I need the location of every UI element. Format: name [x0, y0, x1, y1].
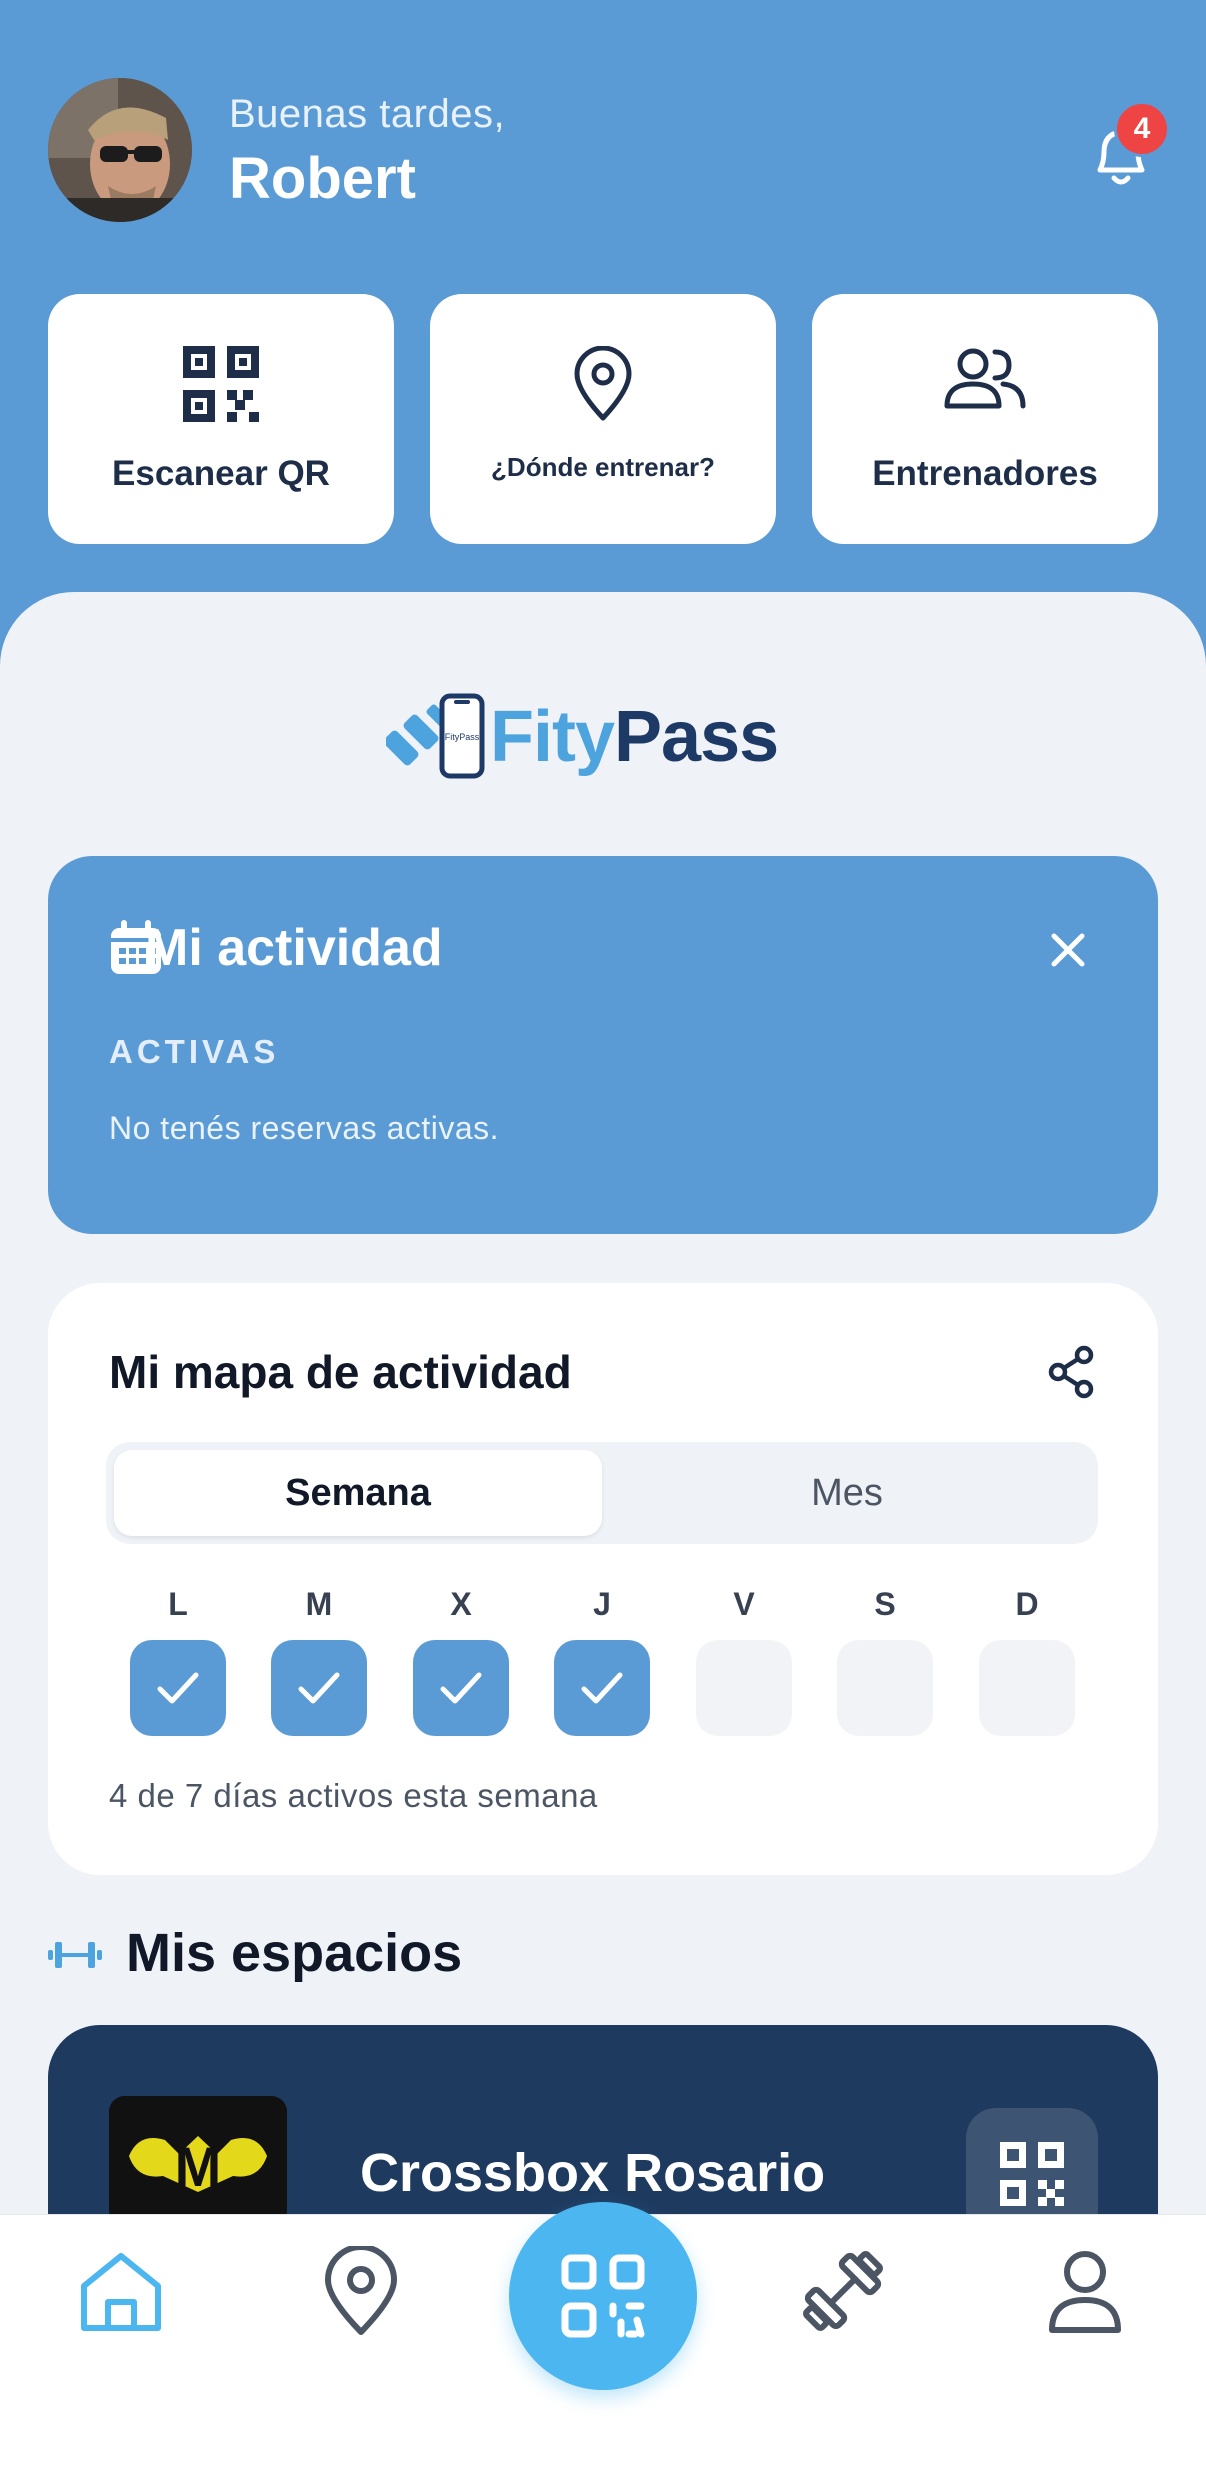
day-box-active: [413, 1640, 509, 1736]
day-label: L: [168, 1586, 188, 1622]
check-icon: [157, 1672, 199, 1704]
weekly-summary: 4 de 7 días activos esta semana: [109, 1777, 598, 1814]
gym-logo-letter: M: [175, 2135, 222, 2198]
phone-brand-text: FityPass: [445, 732, 480, 742]
day-label: M: [305, 1586, 333, 1622]
avatar[interactable]: [48, 78, 192, 222]
gym-logo: M: [109, 2096, 287, 2226]
home-icon[interactable]: [76, 2246, 166, 2336]
tab-month[interactable]: Mes: [602, 1450, 1092, 1536]
user-icon[interactable]: [1040, 2246, 1130, 2336]
user-name: Robert: [229, 146, 416, 211]
check-icon: [298, 1672, 340, 1704]
activity-title: Mi actividad: [145, 919, 443, 977]
qr-code-icon: [183, 346, 259, 422]
where-to-train-button[interactable]: ¿Dónde entrenar?: [430, 294, 776, 544]
day-box-active: [554, 1640, 650, 1736]
share-icon[interactable]: [1046, 1345, 1096, 1399]
close-icon[interactable]: [1048, 930, 1088, 970]
day-label: S: [874, 1586, 896, 1622]
tab-week[interactable]: Semana: [114, 1450, 602, 1536]
check-icon: [440, 1672, 482, 1704]
activity-map-title: Mi mapa de actividad: [109, 1346, 572, 1398]
qr-code-icon: [561, 2254, 645, 2338]
map-pin-icon[interactable]: [316, 2246, 406, 2336]
active-section-label: ACTIVAS: [109, 1033, 280, 1070]
trainers-label: Entrenadores: [872, 454, 1098, 493]
day-label: V: [733, 1586, 755, 1622]
dumbbell-icon: [48, 1942, 102, 1968]
spaces-title: Mis espacios: [126, 1923, 463, 1983]
day-label: D: [1015, 1586, 1039, 1622]
users-icon: [944, 348, 1026, 409]
check-icon: [581, 1672, 623, 1704]
no-reservations-text: No tenés reservas activas.: [109, 1110, 500, 1146]
day-box-active: [271, 1640, 367, 1736]
brand-part-1: Fity: [490, 697, 615, 777]
qr-code-icon: [1000, 2142, 1064, 2206]
scan-qr-fab[interactable]: [509, 2202, 697, 2390]
brand-name: FityPass: [490, 696, 779, 778]
notification-badge: 4: [1114, 101, 1170, 157]
day-label: X: [450, 1586, 472, 1622]
day-label: J: [593, 1586, 611, 1622]
scan-qr-button[interactable]: Escanear QR: [48, 294, 394, 544]
scan-qr-label: Escanear QR: [112, 454, 330, 493]
map-pin-icon: [574, 346, 632, 421]
day-box-active: [130, 1640, 226, 1736]
where-to-train-label: ¿Dónde entrenar?: [491, 452, 715, 482]
trainers-button[interactable]: Entrenadores: [812, 294, 1158, 544]
day-box-inactive: [696, 1640, 792, 1736]
greeting-text: Buenas tardes,: [229, 92, 506, 136]
dumbbell-icon[interactable]: [798, 2246, 888, 2336]
day-box-inactive: [979, 1640, 1075, 1736]
gym-name: Crossbox Rosario: [360, 2143, 826, 2203]
brand-part-2: Pass: [614, 697, 779, 777]
day-box-inactive: [837, 1640, 933, 1736]
